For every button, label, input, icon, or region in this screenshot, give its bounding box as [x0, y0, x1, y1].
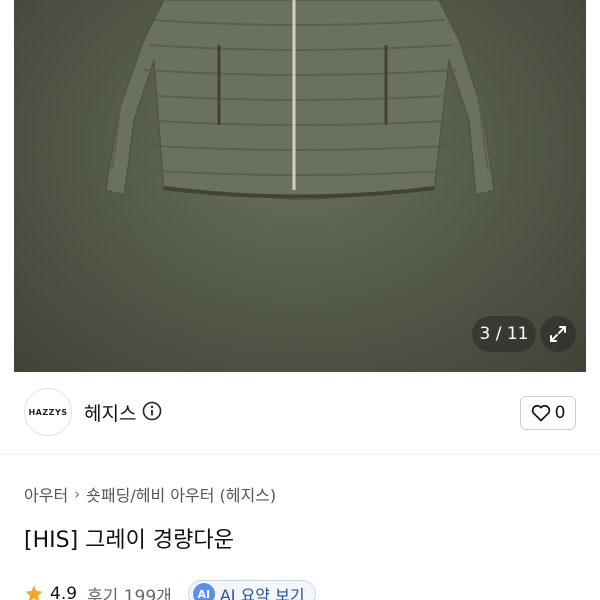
divider: [0, 454, 600, 455]
product-title: [HIS] 그레이 경량다운: [24, 528, 234, 553]
expand-icon: [550, 326, 566, 342]
store-logo[interactable]: HAZZYS: [24, 388, 72, 436]
breadcrumb-item-outer[interactable]: 아우터: [24, 482, 68, 506]
like-button[interactable]: 0: [520, 396, 576, 430]
breadcrumb-item-category[interactable]: 숏패딩/헤비 아우터 (헤지스): [86, 482, 276, 506]
rating-row: 4.9 후기 199개 AI AI 요약 보기: [24, 580, 316, 600]
chevron-right-icon: ›: [74, 485, 81, 503]
like-count: 0: [554, 403, 566, 423]
info-icon[interactable]: [142, 401, 162, 421]
image-counter: 3 / 11: [472, 316, 536, 352]
expand-button[interactable]: [540, 316, 576, 352]
product-image-area: 3 / 11: [0, 0, 600, 372]
breadcrumb: 아우터 › 숏패딩/헤비 아우터 (헤지스): [24, 482, 276, 506]
ai-summary-label: AI 요약 보기: [219, 586, 305, 600]
ai-badge-icon: AI: [192, 583, 215, 600]
store-name[interactable]: 헤지스: [84, 399, 136, 426]
star-icon: [25, 585, 43, 600]
review-count-link[interactable]: 후기 199개: [87, 582, 172, 600]
ai-summary-button[interactable]: AI AI 요약 보기: [187, 580, 316, 600]
heart-icon: [531, 404, 550, 422]
rating-score: 4.9: [50, 584, 78, 600]
store-row: HAZZYS 헤지스 0: [0, 384, 600, 442]
